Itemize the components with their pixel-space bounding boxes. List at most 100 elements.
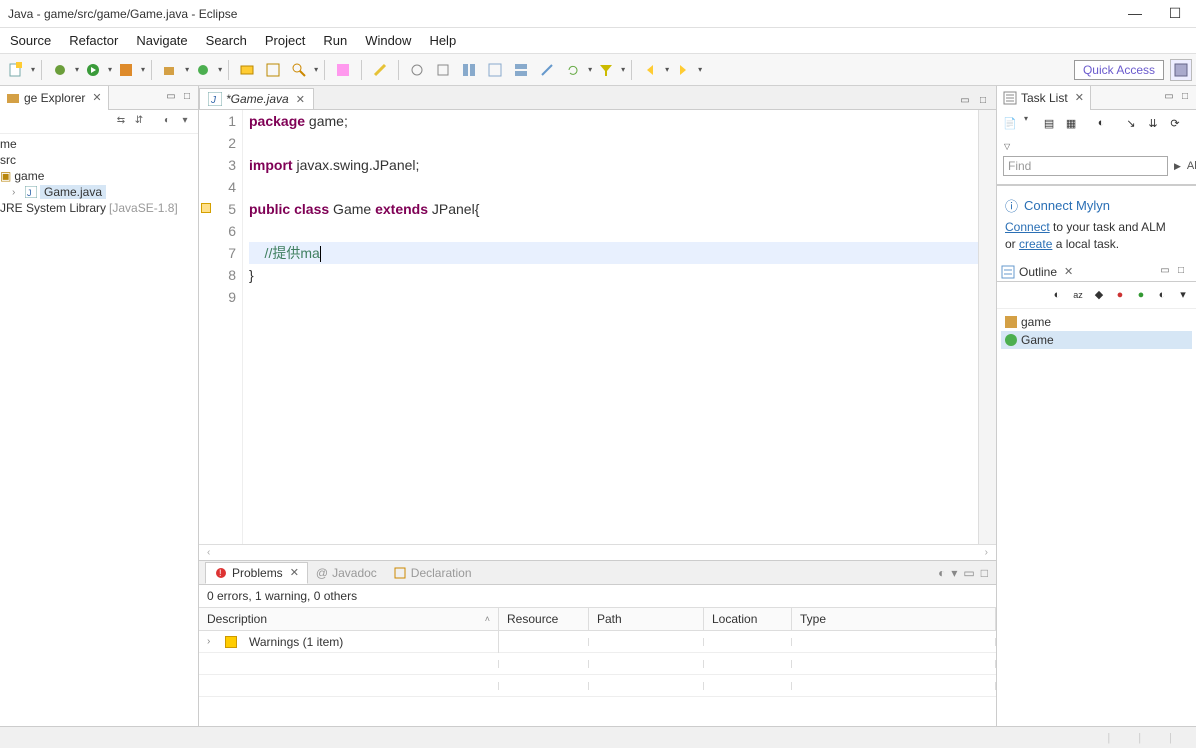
filter-all[interactable]: All [1187,160,1196,172]
forward-icon[interactable] [673,60,693,80]
hide-static-icon[interactable]: ● [1111,286,1129,304]
form-icon[interactable] [459,60,479,80]
scroll-right-icon[interactable]: › [985,547,988,558]
dropdown-icon[interactable]: ▾ [698,65,702,74]
tasklist-tab[interactable]: Task List ✕ [997,86,1091,110]
create-link[interactable]: create [1019,237,1052,251]
refresh-icon[interactable] [563,60,583,80]
back-icon[interactable] [640,60,660,80]
focus-icon[interactable]: ◐ [1092,114,1110,132]
minimize-editor-icon[interactable]: ▭ [958,95,972,109]
menu-dropdown-icon[interactable]: ▾ [178,115,192,129]
maximize-editor-icon[interactable]: □ [976,95,990,109]
maximize-view-icon[interactable]: □ [1174,265,1188,279]
categorize-icon[interactable]: ▤ [1040,114,1058,132]
tree-item[interactable]: › J Game.java [0,184,198,200]
sort-icon[interactable]: aᴢ [1069,286,1087,304]
menu-window[interactable]: Window [365,33,411,48]
editor-body[interactable]: 1 2 3 4 5 6 7 8 9 package game; import j… [199,110,996,544]
menu-run[interactable]: Run [323,33,347,48]
overview-ruler[interactable] [978,110,996,544]
tab-declaration[interactable]: Declaration [385,563,480,583]
code-area[interactable]: package game; import javax.swing.JPanel;… [243,110,978,544]
dropdown-icon[interactable]: ▾ [218,65,222,74]
dropdown-icon[interactable]: ▾ [185,65,189,74]
menu-project[interactable]: Project [265,33,305,48]
scroll-left-icon[interactable]: ‹ [207,547,210,558]
debug-icon[interactable] [50,60,70,80]
hide-local-icon[interactable]: ◐ [1153,286,1171,304]
maximize-button[interactable]: ☐ [1164,5,1186,22]
minimize-view-icon[interactable]: ▭ [164,91,178,105]
view-menu-icon[interactable]: ▾ [951,566,957,580]
dropdown-icon[interactable]: ▾ [1024,114,1028,132]
filter-icon[interactable] [596,60,616,80]
explorer-tab[interactable]: ge Explorer ✕ [0,86,109,110]
collapse-icon[interactable]: ⇊ [1144,114,1162,132]
close-icon[interactable]: ✕ [1075,91,1084,104]
tree-item[interactable]: me [0,136,198,152]
run-icon[interactable] [83,60,103,80]
new-icon[interactable] [6,60,26,80]
open-task-icon[interactable] [263,60,283,80]
menu-search[interactable]: Search [206,33,247,48]
tree-item[interactable]: JRE System Library [JavaSE-1.8] [0,200,198,216]
close-icon[interactable]: ✕ [92,91,101,104]
hide-icon[interactable]: ↘ [1122,114,1140,132]
search-icon[interactable] [289,60,309,80]
hide-nonpublic-icon[interactable]: ● [1132,286,1150,304]
expand-icon[interactable]: › [12,187,22,198]
focus-icon[interactable]: ◐ [160,115,174,129]
layout-icon[interactable] [511,60,531,80]
col-type[interactable]: Type [792,608,996,630]
step-icon[interactable] [433,60,453,80]
quick-access[interactable]: Quick Access [1074,60,1164,80]
sync-icon[interactable]: ⟳ [1166,114,1184,132]
dropdown-icon[interactable]: ▾ [621,65,625,74]
task-find-input[interactable] [1003,156,1168,176]
maximize-view-icon[interactable]: □ [981,566,988,580]
new-package-icon[interactable] [160,60,180,80]
perspective-icon[interactable] [1170,59,1192,81]
menu-refactor[interactable]: Refactor [69,33,118,48]
pin-icon[interactable] [537,60,557,80]
outline-tab[interactable]: Outline ✕ ▭ □ [997,263,1196,282]
menu-help[interactable]: Help [429,33,456,48]
col-location[interactable]: Location [704,608,792,630]
connect-link[interactable]: Connect [1005,220,1050,234]
dropdown-icon[interactable]: ▽ [1004,142,1010,151]
new-task-icon[interactable]: 📄 [1001,114,1019,132]
tab-javadoc[interactable]: @ Javadoc [308,563,385,583]
new-class-icon[interactable] [193,60,213,80]
minimize-view-icon[interactable]: ▭ [963,566,974,580]
close-icon[interactable]: ✕ [296,93,305,106]
dropdown-icon[interactable]: ▾ [141,65,145,74]
toggle-mark-icon[interactable] [333,60,353,80]
dropdown-icon[interactable]: ▾ [314,65,318,74]
schedule-icon[interactable]: ▦ [1062,114,1080,132]
minimize-button[interactable]: — [1124,5,1146,22]
focus-icon[interactable]: ◐ [1048,286,1066,304]
col-resource[interactable]: Resource [499,608,589,630]
tab-problems[interactable]: ! Problems ✕ [205,562,308,584]
menu-source[interactable]: Source [10,33,51,48]
coverage-icon[interactable] [116,60,136,80]
menu-dropdown-icon[interactable]: ▾ [1174,286,1192,304]
skip-breakpoints-icon[interactable] [407,60,427,80]
outline-item[interactable]: game [1001,313,1192,331]
focus-icon[interactable]: ◐ [938,566,945,580]
tree-item[interactable]: src [0,152,198,168]
link-editor-icon[interactable]: ⇵ [132,115,146,129]
expand-icon[interactable]: › [207,636,217,647]
dropdown-icon[interactable]: ▾ [665,65,669,74]
dropdown-icon[interactable]: ▾ [588,65,592,74]
panel-icon[interactable] [485,60,505,80]
arrow-right-icon[interactable]: ▶ [1174,161,1181,172]
quickfix-icon[interactable] [201,203,211,213]
col-path[interactable]: Path [589,608,704,630]
hide-fields-icon[interactable]: ◆ [1090,286,1108,304]
maximize-view-icon[interactable]: □ [180,91,194,105]
col-description[interactable]: Description˄ [199,608,499,630]
table-row[interactable]: ›Warnings (1 item) [199,631,996,653]
minimize-view-icon[interactable]: ▭ [1158,265,1172,279]
